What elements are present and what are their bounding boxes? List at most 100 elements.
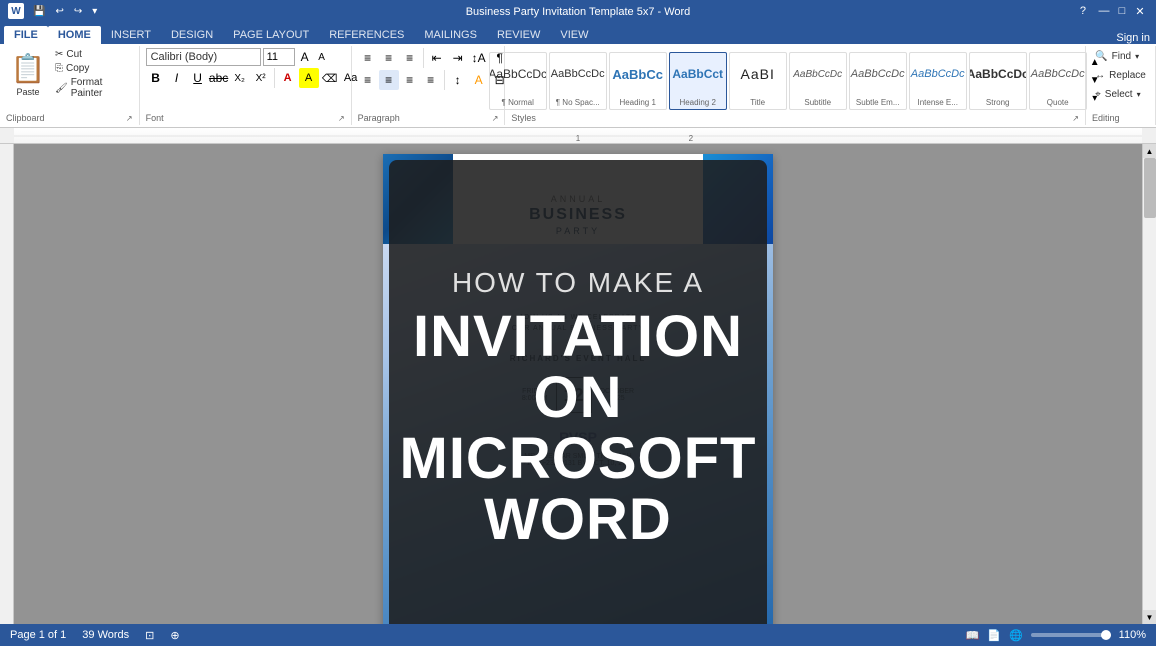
help-btn[interactable]: ?: [1080, 5, 1086, 17]
zoom-slider[interactable]: [1031, 633, 1111, 637]
document-scroll-area[interactable]: ANNUAL BUSINESS PARTY JOIN US AS WE CELE…: [14, 144, 1142, 624]
print-layout-btn[interactable]: 📄: [987, 629, 1001, 642]
paragraph-expand-btn[interactable]: ↗: [492, 114, 499, 123]
font-size-input[interactable]: [263, 48, 295, 66]
sign-in-btn[interactable]: Sign in: [1116, 32, 1150, 44]
style-subtitle[interactable]: AaBbCcDc Subtitle: [789, 52, 847, 110]
styles-expand-dialog-btn[interactable]: ↗: [1072, 114, 1079, 123]
redo-quick-btn[interactable]: ↪: [71, 5, 85, 18]
replace-button[interactable]: ↔ Replace: [1090, 67, 1151, 84]
read-mode-btn[interactable]: 📖: [966, 629, 980, 642]
web-layout-btn[interactable]: 🌐: [1009, 629, 1023, 642]
font-name-input[interactable]: [146, 48, 261, 66]
zoom-level[interactable]: 110%: [1119, 629, 1146, 641]
tab-view[interactable]: VIEW: [550, 26, 598, 44]
style-no-spacing[interactable]: AaBbCcDc ¶ No Spac...: [549, 52, 607, 110]
tab-insert[interactable]: INSERT: [101, 26, 161, 44]
style-intense-em[interactable]: AaBbCcDc Intense E...: [909, 52, 967, 110]
layout-icon[interactable]: ⊡: [145, 629, 154, 642]
tab-review[interactable]: REVIEW: [487, 26, 550, 44]
clear-format-btn[interactable]: ⌫: [320, 68, 340, 88]
subscript-button[interactable]: X₂: [230, 68, 250, 88]
scroll-up-arrow[interactable]: ▲: [1143, 144, 1156, 158]
maximize-btn[interactable]: □: [1114, 3, 1130, 19]
quick-access-toolbar: 💾 ↩ ↪ ▾: [30, 5, 100, 18]
style-quote[interactable]: AaBbCcDc Quote: [1029, 52, 1087, 110]
window-controls: ? — □ ✕: [1080, 3, 1148, 19]
style-heading2[interactable]: AaBbCct Heading 2: [669, 52, 727, 110]
ruler-container: 1 2: [0, 128, 1156, 144]
superscript-button[interactable]: X²: [251, 68, 271, 88]
underline-button[interactable]: U: [188, 68, 208, 88]
style-title[interactable]: AaBI Title: [729, 52, 787, 110]
overlay-title-line2: MICROSOFT WORD: [400, 426, 757, 552]
tab-page-layout[interactable]: PAGE LAYOUT: [223, 26, 319, 44]
tab-home[interactable]: HOME: [48, 26, 101, 44]
status-right: 📖 📄 🌐 110%: [966, 629, 1146, 642]
style-strong[interactable]: AaBbCcDc Strong: [969, 52, 1027, 110]
increase-indent-btn[interactable]: ⇥: [448, 48, 468, 68]
text-color-btn[interactable]: A: [278, 68, 298, 88]
paragraph-label-row: Paragraph ↗: [358, 113, 499, 123]
style-subtle-em[interactable]: AaBbCcDc Subtle Em...: [849, 52, 907, 110]
decrease-indent-btn[interactable]: ⇤: [427, 48, 447, 68]
replace-icon: ↔: [1095, 70, 1105, 81]
scroll-track[interactable]: [1143, 158, 1156, 610]
bold-button[interactable]: B: [146, 68, 166, 88]
font-format-row: B I U abc X₂ X² A A ⌫ Aa: [146, 68, 361, 88]
tab-mailings[interactable]: MAILINGS: [414, 26, 487, 44]
multilevel-btn[interactable]: ≡: [400, 48, 420, 68]
paste-button[interactable]: 📋 Paste: [6, 48, 50, 101]
shading-btn[interactable]: A: [469, 70, 489, 90]
customize-quick-btn[interactable]: ▾: [89, 5, 100, 18]
bullets-btn[interactable]: ≡: [358, 48, 378, 68]
macro-icon[interactable]: ⊕: [170, 629, 179, 642]
scroll-down-arrow[interactable]: ▼: [1143, 610, 1156, 624]
align-left-btn[interactable]: ≡: [358, 70, 378, 90]
styles-gallery: AaBbCcDc ¶ Normal AaBbCcDc ¶ No Spac... …: [489, 52, 1087, 110]
font-size-buttons: A A: [297, 49, 330, 65]
editing-label-row: Editing: [1092, 113, 1149, 123]
select-icon: ⌖: [1095, 89, 1101, 100]
copy-button[interactable]: ⎘ Copy: [52, 62, 133, 75]
tab-file[interactable]: FILE: [4, 26, 48, 44]
find-button[interactable]: 🔍 Find ▾: [1090, 48, 1144, 65]
format-painter-icon: 🖌: [55, 83, 68, 94]
cut-icon: ✂: [55, 49, 63, 60]
justify-btn[interactable]: ≡: [421, 70, 441, 90]
line-spacing-btn[interactable]: ↕: [448, 70, 468, 90]
scroll-thumb[interactable]: [1144, 158, 1156, 218]
select-button[interactable]: ⌖ Select ▾: [1090, 86, 1145, 103]
align-right-btn[interactable]: ≡: [400, 70, 420, 90]
style-normal[interactable]: AaBbCcDc ¶ Normal: [489, 52, 547, 110]
format-painter-button[interactable]: 🖌 Format Painter: [52, 76, 133, 100]
sort-btn[interactable]: ↕A: [469, 48, 489, 68]
tab-design[interactable]: DESIGN: [161, 26, 223, 44]
highlight-btn[interactable]: A: [299, 68, 319, 88]
font-grow-btn[interactable]: A: [297, 49, 313, 65]
italic-button[interactable]: I: [167, 68, 187, 88]
numbering-btn[interactable]: ≡: [379, 48, 399, 68]
title-bar: W 💾 ↩ ↪ ▾ Business Party Invitation Temp…: [0, 0, 1156, 22]
font-expand-btn[interactable]: ↗: [338, 114, 345, 123]
status-bar: Page 1 of 1 39 Words ⊡ ⊕ 📖 📄 🌐 110%: [0, 624, 1156, 646]
word-app-icon: W: [8, 3, 24, 19]
ribbon-content: 📋 Paste ✂ Cut ⎘ Copy 🖌 Format Painter C: [0, 44, 1156, 128]
minimize-btn[interactable]: —: [1096, 3, 1112, 19]
style-heading1[interactable]: AaBbCc Heading 1: [609, 52, 667, 110]
clipboard-expand-btn[interactable]: ↗: [126, 114, 133, 123]
close-btn[interactable]: ✕: [1132, 3, 1148, 19]
para-sep2: [444, 70, 445, 90]
document-page: ANNUAL BUSINESS PARTY JOIN US AS WE CELE…: [383, 154, 773, 624]
undo-quick-btn[interactable]: ↩: [52, 5, 66, 18]
align-center-btn[interactable]: ≡: [379, 70, 399, 90]
vertical-scrollbar[interactable]: ▲ ▼: [1142, 144, 1156, 624]
cut-button[interactable]: ✂ Cut: [52, 48, 133, 61]
tab-references[interactable]: REFERENCES: [319, 26, 414, 44]
paragraph-group: ≡ ≡ ≡ ⇤ ⇥ ↕A ¶ ≡ ≡ ≡ ≡ ↕ A ⊟ Paragraph: [352, 46, 506, 125]
title-bar-left: W 💾 ↩ ↪ ▾: [8, 3, 100, 19]
save-quick-btn[interactable]: 💾: [30, 5, 48, 18]
tutorial-overlay: HOW TO MAKE A INVITATION ON MICROSOFT WO…: [389, 160, 767, 624]
font-shrink-btn[interactable]: A: [314, 49, 330, 65]
strikethrough-button[interactable]: abc: [209, 68, 229, 88]
